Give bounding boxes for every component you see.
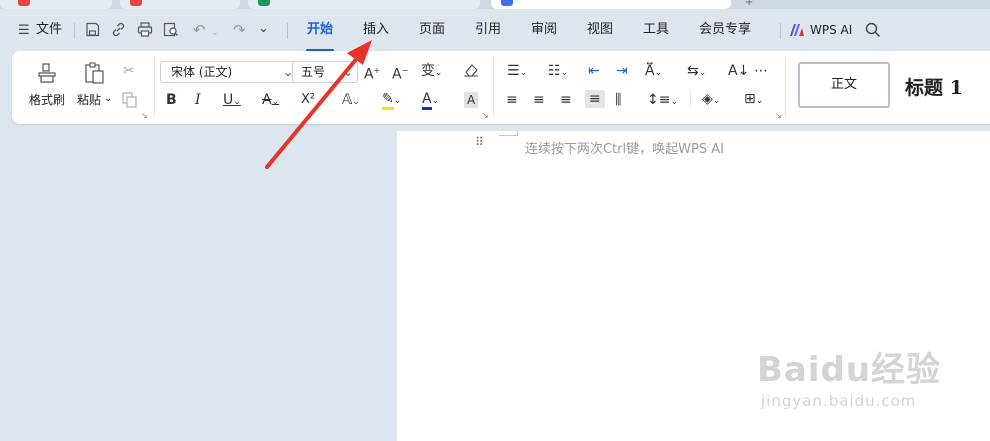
annotation-arrow bbox=[265, 40, 372, 169]
